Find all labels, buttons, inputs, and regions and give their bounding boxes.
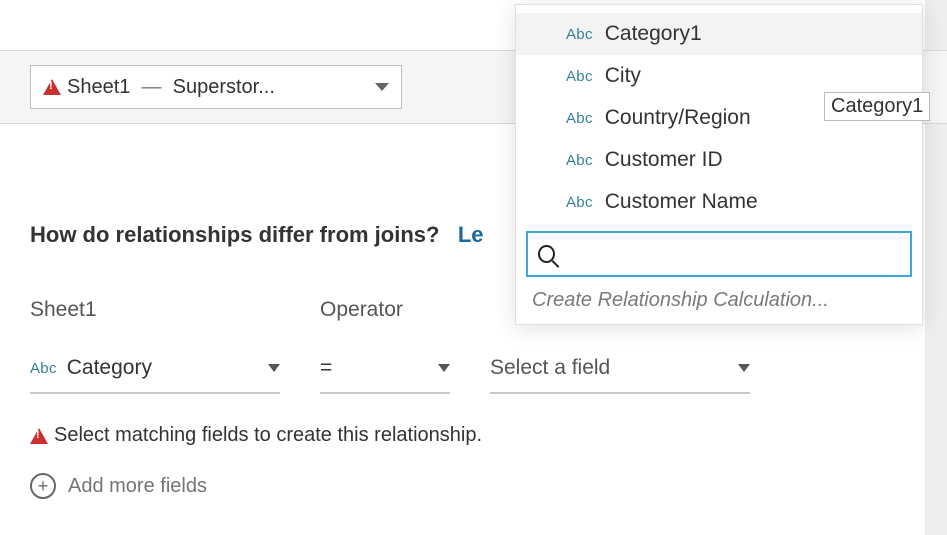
hover-tooltip: Category1 [824,92,930,121]
warning-icon [30,428,48,444]
warning-text: Select matching fields to create this re… [54,424,482,447]
learn-more-link[interactable]: Le [458,222,484,247]
operator-column: Operator = [320,298,450,394]
dropdown-item[interactable]: Abc Category1 [516,13,922,55]
field-dropdown-popover: Abc Category1 Abc City Abc Country/Region Abc C… [515,4,923,325]
abc-icon: Abc [566,110,593,127]
dropdown-item-label: City [605,64,641,88]
dropdown-item[interactable]: Abc Customer Name [516,181,922,223]
abc-icon: Abc [566,68,593,85]
chevron-down-icon [375,83,389,91]
help-question: How do relationships differ from joins? [30,222,439,247]
plus-circle-icon: + [30,473,56,499]
abc-icon: Abc [30,360,57,377]
add-more-fields-button[interactable]: + Add more fields [30,473,917,499]
dropdown-item[interactable]: Abc City [516,55,922,97]
add-more-label: Add more fields [68,475,207,498]
table-source-select[interactable]: Sheet1 — Superstor... [30,65,402,109]
dropdown-item-label: Customer ID [605,148,723,172]
search-wrap [516,223,922,283]
right-field-select[interactable]: Select a field [490,346,750,394]
dropdown-item-label: Country/Region [605,106,751,130]
search-input[interactable] [526,231,912,277]
separator: — [130,76,172,99]
left-field-value: Category [67,356,152,380]
source-name: Superstor... [173,76,275,99]
operator-select[interactable]: = [320,346,450,394]
warning-icon [43,79,61,95]
chevron-down-icon [438,364,450,372]
dropdown-item[interactable]: Abc Customer ID [516,139,922,181]
dropdown-item-label: Customer Name [605,190,758,214]
operator-value: = [320,356,332,380]
operator-title: Operator [320,298,450,322]
warning-row: Select matching fields to create this re… [30,424,917,447]
left-field-select[interactable]: Abc Category [30,346,280,394]
left-field-column: Sheet1 Abc Category [30,298,280,394]
right-field-placeholder: Select a field [490,356,610,380]
abc-icon: Abc [566,194,593,211]
chevron-down-icon [738,364,750,372]
left-table-title: Sheet1 [30,298,280,322]
sheet-name: Sheet1 [67,76,130,99]
abc-icon: Abc [566,26,593,43]
abc-icon: Abc [566,152,593,169]
create-calculation-link[interactable]: Create Relationship Calculation... [516,283,922,324]
dropdown-item-label: Category1 [605,22,702,46]
search-icon [538,245,555,263]
search-field[interactable] [565,243,900,266]
chevron-down-icon [268,364,280,372]
